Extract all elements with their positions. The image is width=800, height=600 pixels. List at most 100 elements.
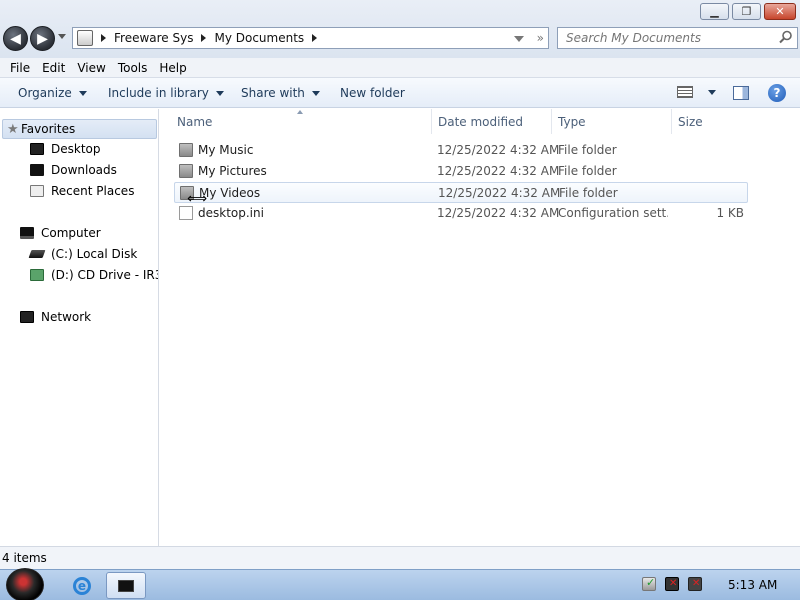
computer-icon <box>20 227 34 239</box>
forward-button[interactable]: ▶ <box>30 26 55 51</box>
star-icon: ★ <box>7 121 19 137</box>
column-date-label: Date modified <box>438 114 524 129</box>
breadcrumb-separator[interactable] <box>201 34 207 42</box>
search-icon[interactable] <box>779 30 793 44</box>
new-folder-label: New folder <box>340 86 405 100</box>
column-size-label: Size <box>678 114 703 129</box>
nav-d-drive[interactable]: (D:) CD Drive - IR3_S <box>30 268 158 282</box>
desktop-icon <box>30 143 44 155</box>
menu-view[interactable]: View <box>71 61 111 75</box>
file-name: desktop.ini <box>198 206 264 220</box>
navigation-pane: ★ Favorites Desktop Downloads Recent Pla… <box>0 109 159 546</box>
file-row[interactable]: My Pictures 12/25/2022 4:32 AM File fold… <box>174 161 748 182</box>
chevron-down-icon <box>215 90 224 96</box>
nav-favorites[interactable]: ★ Favorites <box>2 119 157 139</box>
downloads-icon <box>30 164 44 176</box>
nav-downloads[interactable]: Downloads <box>30 163 117 177</box>
organize-button[interactable]: Organize <box>18 86 87 100</box>
help-icon: ? <box>773 86 781 100</box>
details-view-icon <box>677 86 693 98</box>
file-row-hovered[interactable]: My Videos 12/25/2022 4:32 AM File folder <box>174 182 748 203</box>
breadcrumb-freeware-sys[interactable]: Freeware Sys <box>114 31 193 45</box>
minimize-button[interactable]: ▁ <box>700 3 729 20</box>
preview-pane-button[interactable] <box>733 86 749 100</box>
share-with-button[interactable]: Share with <box>241 86 320 100</box>
system-tray <box>642 576 702 591</box>
search-box[interactable] <box>557 27 798 49</box>
recent-pages-dropdown[interactable] <box>58 34 66 39</box>
file-row[interactable]: desktop.ini 12/25/2022 4:32 AM Configura… <box>174 203 748 224</box>
volume-muted-icon[interactable] <box>688 577 702 591</box>
clock[interactable]: 5:13 AM <box>728 578 777 592</box>
column-header-date-modified[interactable]: Date modified <box>432 109 552 134</box>
address-bar[interactable]: Freeware Sys My Documents » <box>72 27 549 49</box>
internet-explorer-icon: e <box>73 576 91 595</box>
nav-desktop-label: Desktop <box>51 142 101 156</box>
window-controls: ▁ ❐ ✕ <box>700 3 796 20</box>
back-button[interactable]: ◀ <box>3 26 28 51</box>
network-icon <box>20 311 34 323</box>
command-bar: Organize Include in library Share with N… <box>0 78 800 108</box>
minimize-icon: ▁ <box>710 5 719 18</box>
cd-drive-icon <box>30 269 44 281</box>
close-button[interactable]: ✕ <box>764 3 796 20</box>
file-date: 12/25/2022 4:32 AM <box>437 206 560 220</box>
nav-recent-places[interactable]: Recent Places <box>30 184 134 198</box>
menu-file[interactable]: File <box>4 61 36 75</box>
column-header-type[interactable]: Type <box>552 109 672 134</box>
refresh-icon[interactable]: » <box>537 31 544 45</box>
arrow-right-icon: ▶ <box>37 30 48 47</box>
file-name: My Pictures <box>198 164 267 178</box>
menu-help[interactable]: Help <box>153 61 192 75</box>
file-date: 12/25/2022 4:32 AM <box>437 143 560 157</box>
nav-desktop[interactable]: Desktop <box>30 142 101 156</box>
nav-c-drive[interactable]: (C:) Local Disk <box>28 247 138 261</box>
sort-ascending-icon <box>297 110 303 114</box>
hard-disk-icon <box>28 250 46 258</box>
nav-c-drive-label: (C:) Local Disk <box>51 247 138 261</box>
nav-recent-places-label: Recent Places <box>51 184 135 198</box>
network-disconnected-icon[interactable] <box>665 577 679 591</box>
file-date: 12/25/2022 4:32 AM <box>437 164 560 178</box>
folder-icon <box>179 164 193 178</box>
breadcrumb-separator[interactable] <box>312 34 318 42</box>
taskbar-explorer-window[interactable] <box>106 572 146 599</box>
address-dropdown-icon[interactable] <box>514 36 524 42</box>
file-date: 12/25/2022 4:32 AM <box>438 186 561 200</box>
chevron-down-icon <box>708 89 716 95</box>
window-chrome: ▁ ❐ ✕ ◀ ▶ Freeware Sys My Documents » <box>0 0 800 58</box>
menu-edit[interactable]: Edit <box>36 61 71 75</box>
new-folder-button[interactable]: New folder <box>340 86 405 100</box>
nav-network-label: Network <box>41 310 92 324</box>
search-input[interactable] <box>566 31 766 45</box>
file-name: My Music <box>198 143 254 157</box>
nav-computer-label: Computer <box>41 226 101 240</box>
nav-computer[interactable]: Computer <box>20 226 101 240</box>
organize-label: Organize <box>18 86 72 100</box>
help-button[interactable]: ? <box>768 84 786 102</box>
nav-d-drive-label: (D:) CD Drive - IR3_S <box>51 268 158 282</box>
file-type: Configuration sett... <box>558 206 668 220</box>
column-header-size[interactable]: Size <box>672 109 752 134</box>
change-view-button[interactable] <box>677 86 716 98</box>
include-in-library-label: Include in library <box>108 86 209 100</box>
file-type: File folder <box>559 186 618 200</box>
action-center-icon[interactable] <box>642 576 656 591</box>
nav-network[interactable]: Network <box>20 310 91 324</box>
menu-tools[interactable]: Tools <box>112 61 154 75</box>
recent-places-icon <box>30 185 44 197</box>
settings-file-icon <box>179 206 193 220</box>
nav-favorites-label: Favorites <box>21 122 76 136</box>
breadcrumb-my-documents[interactable]: My Documents <box>214 31 304 45</box>
maximize-button[interactable]: ❐ <box>732 3 761 20</box>
include-in-library-button[interactable]: Include in library <box>108 86 224 100</box>
menu-bar: File Edit View Tools Help <box>0 58 800 78</box>
taskbar: e 5:13 AM <box>0 568 800 600</box>
window-icon <box>118 579 134 592</box>
breadcrumb-separator[interactable] <box>101 34 106 42</box>
taskbar-internet-explorer[interactable]: e <box>62 572 102 599</box>
start-button[interactable] <box>6 568 44 600</box>
resize-cursor-icon: ⟺ <box>187 191 208 207</box>
file-name: My Videos <box>199 186 261 200</box>
file-row[interactable]: My Music 12/25/2022 4:32 AM File folder <box>174 140 748 161</box>
